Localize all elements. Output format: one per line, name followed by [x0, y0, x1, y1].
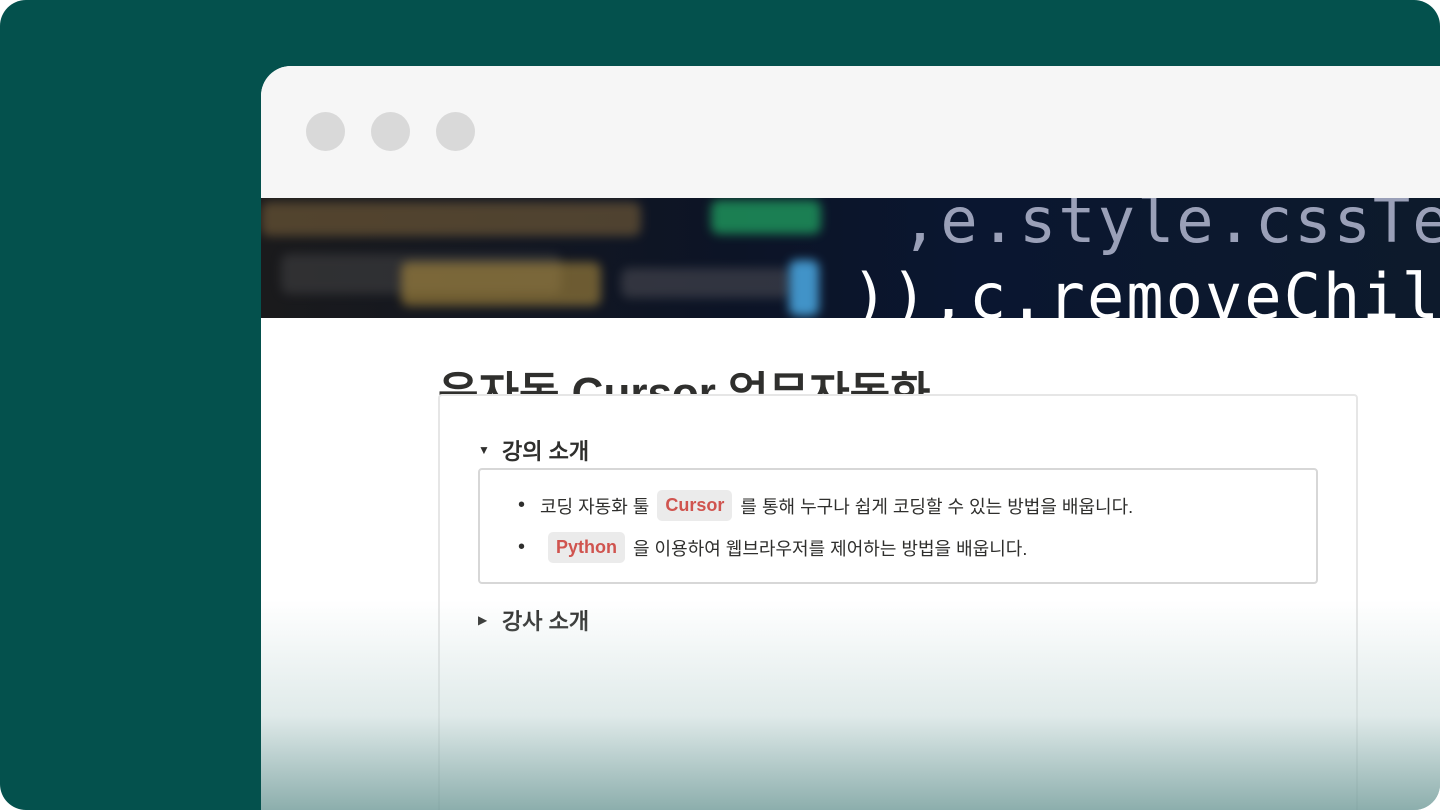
cover-code-text-1: ,e.style.cssTe	[901, 198, 1440, 257]
list-item: • Python 을 이용하여 웹브라우저를 제어하는 방법을 배웁니다.	[518, 532, 1027, 563]
window-dot-1[interactable]	[306, 112, 345, 151]
list-item-text-after: 을 이용하여 웹브라우저를 제어하는 방법을 배웁니다.	[633, 538, 1028, 559]
window-dot-2[interactable]	[371, 112, 410, 151]
cover-code-line-2: )),c.removeChil	[851, 260, 1440, 318]
toggle-lecture-intro[interactable]: ▼ 강의 소개	[478, 434, 589, 466]
window-dot-3[interactable]	[436, 112, 475, 151]
cover-code-line-1: ,e.style.cssTe	[901, 198, 1440, 257]
lecture-intro-content: • 코딩 자동화 툴 Cursor 를 통해 누구나 쉽게 코딩할 수 있는 방…	[478, 468, 1318, 584]
inline-code-python: Python	[548, 532, 625, 563]
background-stage: ,e.style.cssTe )),c.removeChil 윤자동 Curso…	[0, 0, 1440, 810]
list-item-text-after: 를 통해 누구나 쉽게 코딩할 수 있는 방법을 배웁니다.	[740, 496, 1134, 517]
cover-image: ,e.style.cssTe )),c.removeChil	[261, 198, 1440, 318]
cover-blur-4	[711, 200, 821, 234]
browser-window: ,e.style.cssTe )),c.removeChil 윤자동 Curso…	[261, 66, 1440, 810]
triangle-right-icon[interactable]: ▶	[478, 613, 490, 627]
list-item: • 코딩 자동화 툴 Cursor 를 통해 누구나 쉽게 코딩할 수 있는 방…	[518, 490, 1133, 521]
cover-blur-5	[621, 268, 791, 298]
toggle-instructor-intro-label: 강사 소개	[502, 609, 590, 634]
toggle-lecture-intro-label: 강의 소개	[502, 439, 590, 464]
window-titlebar	[261, 66, 1440, 198]
cover-code-text-2: )),c.removeChil	[851, 260, 1440, 318]
triangle-down-icon[interactable]: ▼	[478, 443, 490, 457]
bullet-icon: •	[518, 494, 526, 516]
bullet-icon: •	[518, 536, 526, 558]
cover-blur-1	[261, 202, 641, 236]
cover-blur-6	[789, 260, 819, 316]
cover-blur-3	[401, 262, 601, 306]
list-item-text-before: 코딩 자동화 툴	[540, 496, 650, 517]
inline-code-cursor: Cursor	[657, 490, 733, 521]
overview-callout: ▼ 강의 소개 • 코딩 자동화 툴 Cursor 를 통해 누구나 쉽게 코딩…	[438, 394, 1358, 810]
toggle-instructor-intro[interactable]: ▶ 강사 소개	[478, 604, 589, 636]
